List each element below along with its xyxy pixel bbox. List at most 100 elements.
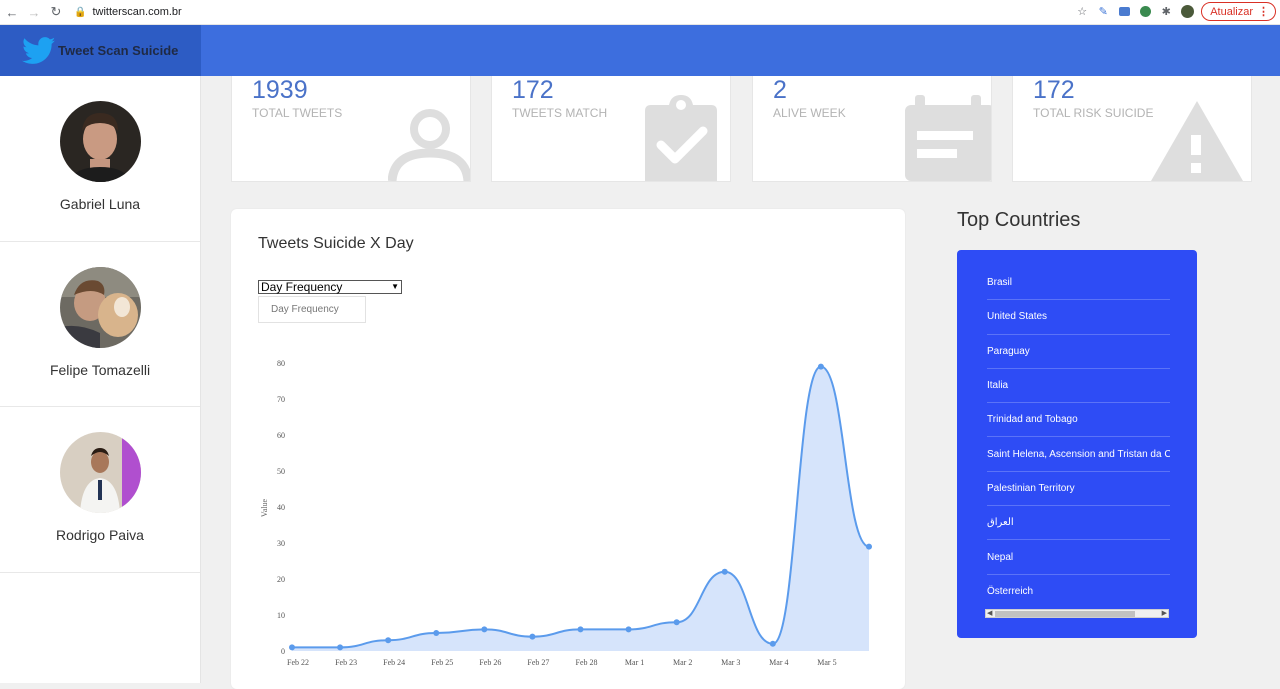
line-chart: 0 10 20 30 40 50 60 70 80 Feb 22 Feb 23 Feb 24 Feb … — [260, 359, 872, 667]
profile-avatar[interactable] — [1180, 5, 1194, 19]
horizontal-scrollbar[interactable]: ◀ ▶ — [985, 609, 1169, 618]
team-member[interactable]: Rodrigo Paiva — [0, 407, 200, 573]
y-tick-label: 60 — [277, 431, 285, 440]
country-item[interactable]: Nepal — [987, 540, 1170, 575]
y-tick-label: 40 — [277, 503, 285, 512]
country-item[interactable]: Italia — [987, 369, 1170, 404]
scroll-right-icon[interactable]: ▶ — [1162, 609, 1167, 617]
extension-icon[interactable] — [1117, 5, 1131, 19]
star-icon[interactable]: ☆ — [1075, 5, 1089, 19]
stat-value: 2 — [773, 76, 787, 104]
y-tick-label: 70 — [277, 395, 285, 404]
brand-title: Tweet Scan Suicide — [58, 43, 179, 58]
x-tick-label: Feb 24 — [383, 658, 405, 667]
data-point[interactable] — [721, 568, 728, 575]
x-tick-label: Feb 22 — [287, 658, 309, 667]
data-point[interactable] — [529, 633, 536, 640]
extension-icon[interactable]: ✎ — [1096, 5, 1110, 19]
warning-icon — [1151, 101, 1243, 181]
country-item[interactable]: Paraguay — [987, 335, 1170, 369]
data-point[interactable] — [337, 644, 344, 651]
browser-toolbar: ← → ↻ 🔒 twitterscan.com.br ☆ ✎ ✱ Atualiz… — [0, 0, 1280, 25]
countries-title: Top Countries — [957, 209, 1081, 231]
country-item[interactable]: Trinidad and Tobago — [987, 403, 1170, 438]
chart-panel: Tweets Suicide X Day Day Frequency ▼ Day… — [231, 209, 905, 689]
x-tick-label: Feb 25 — [431, 658, 453, 667]
address-bar[interactable]: 🔒 twitterscan.com.br — [74, 2, 182, 22]
reload-icon[interactable]: ↻ — [46, 2, 66, 22]
data-point[interactable] — [817, 363, 824, 370]
stat-label: TOTAL RISK SUICIDE — [1033, 106, 1154, 120]
countries-panel: Brasil United States Paraguay Italia Trinida… — [957, 250, 1197, 638]
y-tick-label: 50 — [277, 467, 285, 476]
data-point[interactable] — [577, 626, 584, 633]
y-axis-label: Value — [260, 498, 269, 517]
data-point[interactable] — [866, 543, 872, 550]
lock-icon: 🔒 — [74, 6, 87, 18]
stat-card-alive-week[interactable]: 2 ALIVE WEEK — [752, 76, 992, 182]
avatar — [59, 101, 141, 182]
twitter-bird-icon — [22, 36, 56, 64]
country-list: Brasil United States Paraguay Italia Trinida… — [987, 266, 1170, 609]
stat-label: TOTAL TWEETS — [252, 106, 343, 120]
x-tick-label: Mar 4 — [769, 658, 788, 667]
back-icon[interactable]: ← — [2, 2, 22, 22]
puzzle-icon[interactable]: ✱ — [1159, 5, 1173, 19]
member-name: Rodrigo Paiva — [56, 527, 144, 543]
country-item[interactable]: Brasil — [987, 266, 1170, 301]
stat-value: 1939 — [252, 76, 308, 104]
y-tick-label: 30 — [277, 539, 285, 548]
member-name: Gabriel Luna — [59, 196, 141, 212]
x-tick-label: Feb 23 — [335, 658, 357, 667]
scroll-left-icon[interactable]: ◀ — [987, 609, 992, 617]
country-item[interactable]: Saint Helena, Ascension and Tristan da C… — [987, 437, 1170, 472]
stat-value: 172 — [1033, 76, 1075, 104]
x-tick-label: Feb 28 — [576, 658, 598, 667]
team-sidebar: Gabriel Luna Felipe Tomazelli Rodrigo Pa… — [0, 76, 201, 683]
y-tick-label: 20 — [277, 575, 285, 584]
stat-label: TWEETS MATCH — [512, 106, 608, 120]
country-item[interactable]: Österreich — [987, 575, 1170, 609]
data-point[interactable] — [289, 644, 295, 651]
country-item[interactable]: Palestinian Territory — [987, 472, 1170, 507]
data-point[interactable] — [769, 640, 776, 647]
avatar — [59, 266, 141, 348]
x-tick-label: Feb 27 — [527, 658, 549, 667]
data-point[interactable] — [673, 619, 680, 626]
user-icon — [388, 109, 470, 181]
clipboard-check-icon — [645, 95, 717, 181]
stat-card-total-tweets[interactable]: 1939 TOTAL TWEETS — [231, 76, 471, 182]
avatar — [59, 432, 141, 513]
stat-label: ALIVE WEEK — [773, 106, 846, 120]
y-tick-label: 80 — [277, 359, 285, 368]
x-tick-label: Mar 3 — [721, 658, 740, 667]
stat-value: 172 — [512, 76, 554, 104]
extension-icon[interactable] — [1138, 5, 1152, 19]
data-point[interactable] — [385, 637, 392, 644]
area-fill — [292, 366, 869, 651]
x-tick-label: Mar 2 — [673, 658, 692, 667]
x-tick-label: Feb 26 — [479, 658, 501, 667]
data-point[interactable] — [625, 626, 632, 633]
app-header: Tweet Scan Suicide — [0, 25, 1280, 76]
stat-card-total-risk-suicide[interactable]: 172 TOTAL RISK SUICIDE — [1012, 76, 1252, 182]
series-line — [292, 365, 870, 649]
brand[interactable]: Tweet Scan Suicide — [0, 25, 201, 76]
data-point[interactable] — [481, 626, 488, 633]
forward-icon[interactable]: → — [24, 2, 44, 22]
update-button[interactable]: Atualizar ⋮ — [1201, 2, 1276, 21]
x-tick-label: Mar 5 — [817, 658, 836, 667]
url-text[interactable]: twitterscan.com.br — [92, 6, 181, 18]
y-tick-label: 0 — [281, 647, 285, 656]
x-tick-label: Mar 1 — [625, 658, 644, 667]
y-tick-label: 10 — [277, 611, 285, 620]
data-point[interactable] — [433, 630, 440, 636]
calendar-icon — [905, 95, 991, 181]
more-icon[interactable]: ⋮ — [1258, 5, 1269, 18]
country-item[interactable]: United States — [987, 300, 1170, 335]
stat-card-tweets-match[interactable]: 172 TWEETS MATCH — [491, 76, 731, 182]
team-member[interactable]: Gabriel Luna — [0, 76, 200, 242]
scrollbar-thumb[interactable] — [995, 611, 1135, 617]
team-member[interactable]: Felipe Tomazelli — [0, 242, 200, 407]
country-item[interactable]: العراق — [987, 506, 1170, 541]
